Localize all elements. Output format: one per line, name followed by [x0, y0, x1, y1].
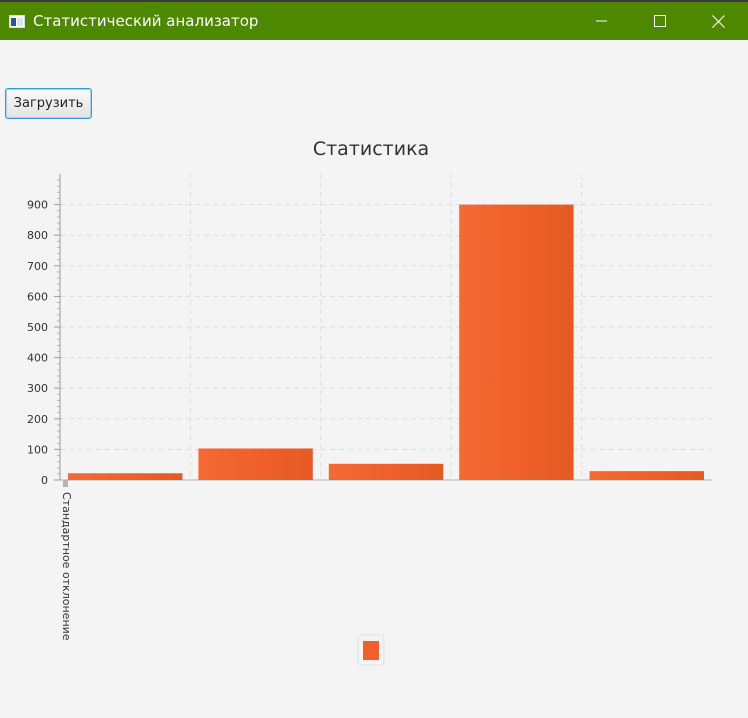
- chart-grid: [60, 174, 712, 480]
- y-tick-label: 600: [27, 290, 48, 303]
- chart-axes: [54, 174, 712, 487]
- bar: [589, 471, 704, 480]
- chart-title: Статистика: [313, 138, 429, 160]
- bar: [198, 448, 313, 480]
- y-tick-label: 0: [41, 474, 48, 487]
- y-tick-label: 900: [27, 199, 48, 212]
- close-icon: [711, 14, 725, 28]
- y-tick-label: 300: [27, 382, 48, 395]
- window-title: Статистический анализатор: [33, 12, 259, 30]
- minimize-icon: [596, 15, 608, 27]
- load-button[interactable]: Загрузить: [5, 88, 92, 119]
- chart-legend: [357, 634, 385, 666]
- y-tick-label: 200: [27, 413, 48, 426]
- chart-labels: 0 100 200 300 400 500 600 700 800 900 Стандартное …: [27, 199, 73, 641]
- bar: [328, 463, 444, 480]
- bar: [68, 473, 183, 480]
- bar: [459, 204, 574, 480]
- app-window-icon: [9, 13, 25, 28]
- maximize-button[interactable]: [637, 2, 683, 40]
- x-tick-marker: [63, 480, 68, 487]
- legend-swatch: [363, 641, 379, 660]
- y-tick-label: 400: [27, 352, 48, 365]
- close-button[interactable]: [695, 2, 741, 40]
- x-category-label: Стандартное отклонение: [60, 492, 73, 641]
- title-bar[interactable]: Статистический анализатор: [0, 2, 748, 40]
- minimize-button[interactable]: [579, 2, 625, 40]
- y-tick-label: 700: [27, 260, 48, 273]
- maximize-icon: [654, 15, 666, 27]
- y-tick-label: 100: [27, 443, 48, 456]
- y-tick-label: 500: [27, 321, 48, 334]
- chart-bars: [68, 204, 704, 480]
- y-tick-label: 800: [27, 229, 48, 242]
- bar-chart: Статистика 0 100 200 300 400 500 600 700 800 900 С…: [27, 138, 712, 666]
